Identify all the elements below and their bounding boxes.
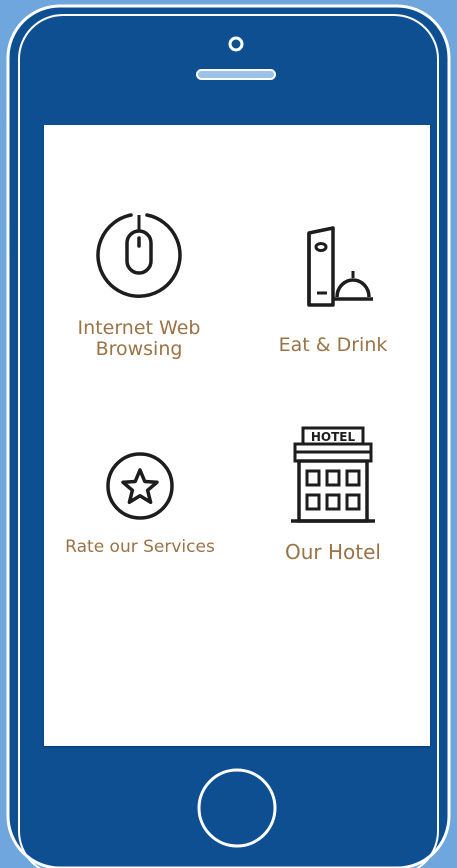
tile-label-internet-line2: Browsing: [95, 337, 183, 360]
internet-browsing-tile[interactable]: Internet Web Browsing: [64, 210, 214, 360]
hotel-building-icon: HOTEL: [291, 426, 375, 523]
tile-label-eat-drink: Eat & Drink: [278, 334, 388, 356]
star-icon: [106, 452, 174, 520]
tile-label-hotel: Our Hotel: [285, 540, 381, 564]
menu-and-cloche-icon: [307, 226, 373, 307]
mouse-icon: [96, 213, 182, 298]
our-hotel-tile[interactable]: HOTEL Our Hotel: [258, 425, 408, 563]
eat-drink-tile[interactable]: Eat & Drink: [258, 225, 408, 356]
tile-label-rate: Rate our Services: [65, 537, 215, 557]
speaker-slot: [196, 69, 276, 80]
hotel-sign-text: HOTEL: [311, 430, 356, 444]
rate-services-tile[interactable]: Rate our Services: [44, 450, 236, 557]
phone-screen: Internet Web Browsing Eat & Drink Rate o…: [44, 125, 430, 746]
tile-label-internet-line1: Internet Web: [77, 317, 201, 339]
